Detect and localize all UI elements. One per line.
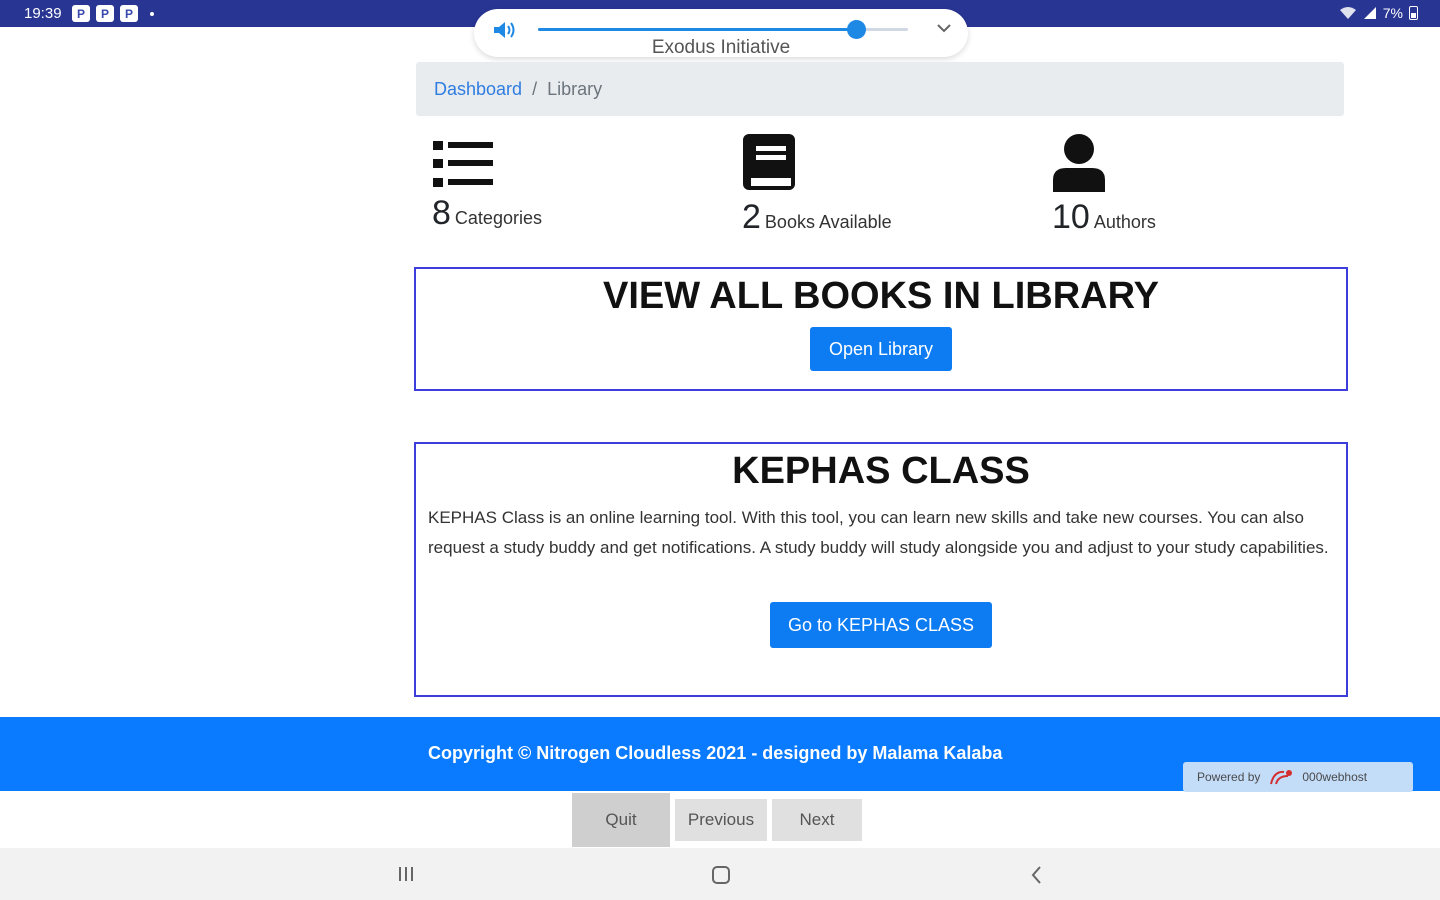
signal-icon [1363, 7, 1376, 19]
home-icon[interactable] [710, 864, 732, 886]
library-card-title: VIEW ALL BOOKS IN LIBRARY [603, 275, 1159, 317]
status-notification-icons: P P P [72, 5, 154, 22]
app-nav-buttons: Quit Previous Next [572, 793, 862, 847]
library-card: VIEW ALL BOOKS IN LIBRARY Open Library [414, 267, 1348, 391]
footer: Copyright © Nitrogen Cloudless 2021 - de… [0, 717, 1440, 792]
kephas-card: KEPHAS CLASS KEPHAS Class is an online l… [414, 442, 1348, 697]
breadcrumb-dashboard-link[interactable]: Dashboard [434, 79, 522, 100]
powered-by-label: Powered by [1197, 770, 1261, 784]
stat-books: 2 Books Available [742, 132, 892, 237]
battery-percent: 7% [1382, 5, 1403, 21]
powered-by-badge[interactable]: Powered by 000webhost [1183, 762, 1413, 792]
chevron-down-icon[interactable] [936, 22, 952, 34]
categories-count: 8 [432, 194, 451, 232]
open-library-button[interactable]: Open Library [810, 327, 952, 371]
back-icon[interactable] [1028, 864, 1046, 886]
previous-button[interactable]: Previous [675, 799, 767, 841]
kephas-description: KEPHAS Class is an online learning tool.… [428, 508, 1329, 557]
volume-panel: Exodus Initiative [474, 9, 968, 57]
next-button[interactable]: Next [772, 799, 862, 841]
wifi-icon [1339, 7, 1356, 19]
webhost-logo-icon [1270, 770, 1293, 785]
breadcrumb: Dashboard / Library [416, 62, 1344, 116]
authors-count: 10 [1052, 198, 1090, 236]
media-title: Exodus Initiative [651, 37, 791, 57]
webhost-name: 000webhost [1302, 770, 1368, 784]
quit-button[interactable]: Quit [572, 793, 670, 847]
copyright-text: Copyright © Nitrogen Cloudless 2021 - de… [428, 743, 1003, 763]
status-time: 19:39 [24, 5, 62, 22]
app-notification-icon: P [120, 5, 138, 22]
battery-icon [1409, 6, 1418, 20]
user-icon [1053, 134, 1105, 192]
go-to-kephas-class-button[interactable]: Go to KEPHAS CLASS [770, 602, 992, 648]
book-icon [743, 134, 795, 190]
volume-slider[interactable] [538, 20, 908, 39]
volume-slider-fill [538, 28, 857, 31]
list-icon [433, 141, 493, 187]
breadcrumb-separator: / [532, 78, 538, 99]
stat-authors: 10 Authors [1052, 132, 1156, 237]
system-navigation-bar [0, 848, 1440, 900]
stat-categories: 8 Categories [432, 132, 542, 233]
authors-label: Authors [1093, 212, 1156, 232]
app-notification-icon: P [96, 5, 114, 22]
kephas-card-title: KEPHAS CLASS [732, 450, 1030, 492]
categories-label: Categories [454, 208, 542, 228]
breadcrumb-current: Library [547, 78, 603, 99]
books-count: 2 [742, 198, 761, 236]
more-notifications-dot-icon [150, 11, 154, 16]
books-label: Books Available [764, 212, 892, 232]
recent-apps-icon[interactable] [396, 864, 416, 884]
status-system-icons: 7% [1339, 5, 1418, 21]
app-notification-icon: P [72, 5, 90, 22]
